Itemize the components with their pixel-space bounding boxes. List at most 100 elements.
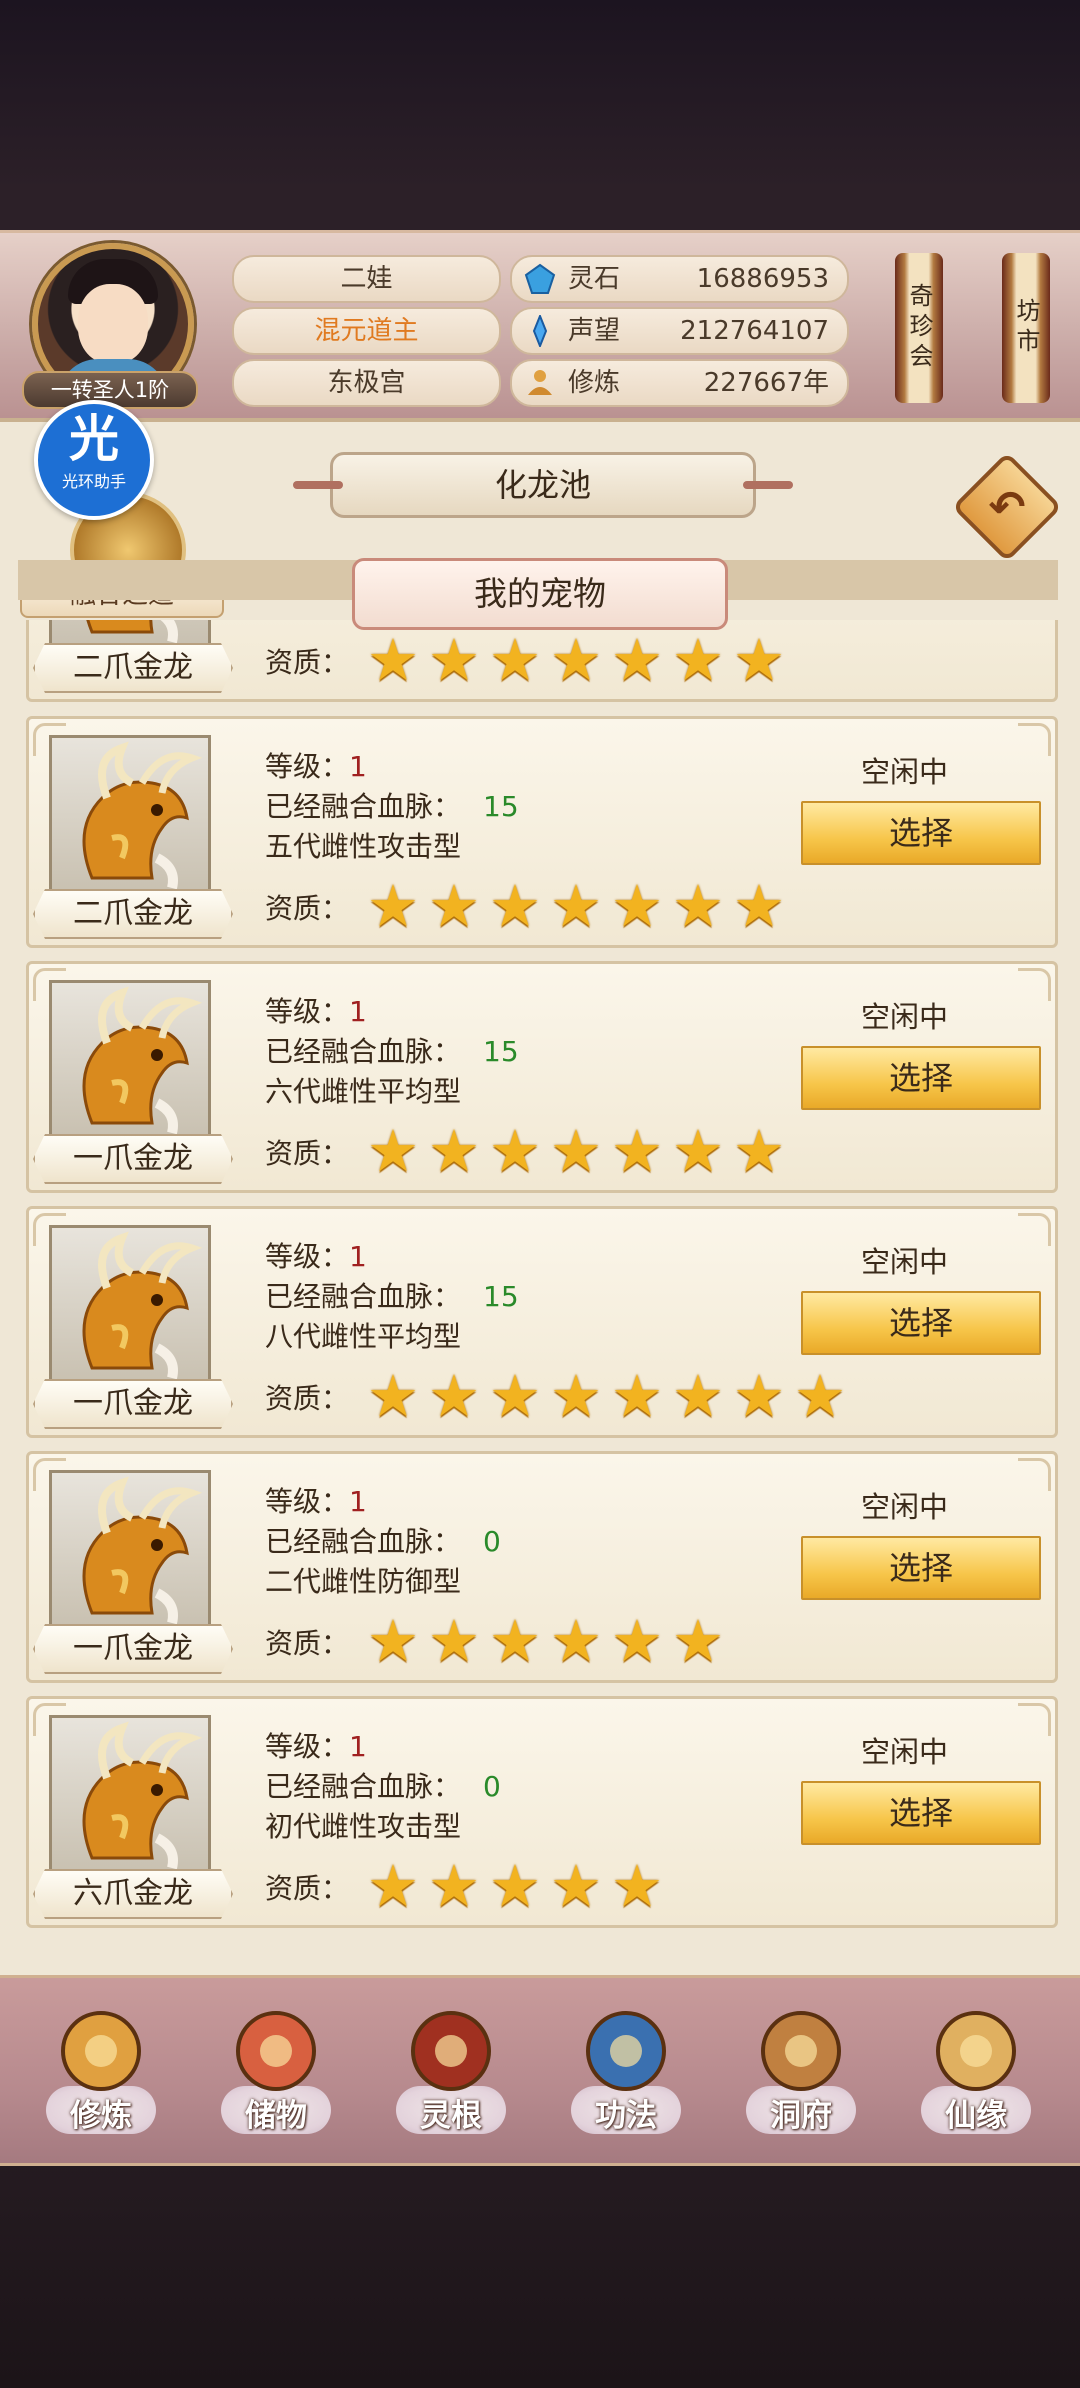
pet-quality-stars: ★ ★ ★ ★ ★ ★ ★ <box>367 1117 788 1185</box>
pet-name: 六爪金龙 <box>33 1869 233 1919</box>
pet-card: 二爪金龙 等级：1 已经融合血脉： 15 五代雌性攻击型 空闲中 选择 资质： ★ ★ ★ ★ ★ ★ ★ <box>26 716 1058 948</box>
star-icon: ★ <box>367 872 419 940</box>
pet-card: 一爪金龙 等级：1 已经融合血脉： 15 六代雌性平均型 空闲中 选择 资质： ★ ★ ★ ★ ★ ★ ★ <box>26 961 1058 1193</box>
resource-spirit-stone: 灵石 16886953 <box>510 255 849 303</box>
immortal-fate-icon <box>936 2011 1016 2091</box>
golden-dragon-portrait <box>82 986 203 1135</box>
pet-trait: 五代雌性攻击型 <box>265 830 462 863</box>
star-icon: ★ <box>367 1607 419 1675</box>
star-icon: ★ <box>489 872 541 940</box>
pet-quality-label: 资质： <box>265 892 350 925</box>
pet-portrait[interactable] <box>49 980 211 1142</box>
star-icon: ★ <box>794 1362 846 1430</box>
star-icon: ★ <box>428 872 480 940</box>
star-icon: ★ <box>611 1852 663 1920</box>
nav-storage-bag[interactable]: 储物 <box>191 1978 361 2163</box>
star-icon: ★ <box>489 1852 541 1920</box>
select-button[interactable]: 选择 <box>801 1291 1041 1355</box>
nav-cave-mansion[interactable]: 洞府 <box>716 1978 886 2163</box>
pet-name: 二爪金龙 <box>33 889 233 939</box>
halo-assistant-badge[interactable]: 光 光环助手 <box>34 400 154 520</box>
star-icon: ★ <box>489 1362 541 1430</box>
star-icon: ★ <box>550 1852 602 1920</box>
pet-status: 空闲中 <box>861 1490 949 1524</box>
pet-portrait[interactable] <box>49 1470 211 1632</box>
nav-spirit-root[interactable]: 灵根 <box>366 1978 536 2163</box>
star-icon: ★ <box>672 626 724 694</box>
pet-trait: 二代雌性防御型 <box>265 1565 462 1598</box>
panel-title: 化龙池 <box>293 452 793 518</box>
pet-quality-label: 资质： <box>265 1137 350 1170</box>
card-corner-ornament <box>1018 1458 1051 1491</box>
card-corner-ornament <box>1018 1213 1051 1246</box>
pet-name: 一爪金龙 <box>33 1624 233 1674</box>
resource-cultivation: 修炼 227667年 <box>510 359 849 407</box>
star-icon: ★ <box>733 626 785 694</box>
nav-technique-book[interactable]: 功法 <box>541 1978 711 2163</box>
pet-quality-label: 资质： <box>265 646 350 679</box>
pet-trait: 初代雌性攻击型 <box>265 1810 462 1843</box>
cave-mansion-icon <box>761 2011 841 2091</box>
select-button[interactable]: 选择 <box>801 1781 1041 1845</box>
star-icon: ★ <box>550 872 602 940</box>
spirit-root-icon <box>411 2011 491 2091</box>
star-icon: ★ <box>367 1852 419 1920</box>
pet-level: 等级：1 <box>265 1240 367 1273</box>
nav-cultivate[interactable]: 修炼 <box>16 1978 186 2163</box>
pet-bloodline: 已经融合血脉： 15 <box>265 1035 519 1068</box>
nav-immortal-fate[interactable]: 仙缘 <box>891 1978 1061 2163</box>
pet-quality-stars: ★ ★ ★ ★ ★ <box>367 1852 666 1920</box>
select-button[interactable]: 选择 <box>801 1046 1041 1110</box>
pet-bloodline: 已经融合血脉： 15 <box>265 1280 519 1313</box>
player-name: 二娃 <box>232 255 501 303</box>
golden-dragon-portrait <box>82 1721 203 1870</box>
pet-status: 空闲中 <box>861 1245 949 1279</box>
pet-portrait[interactable] <box>49 735 211 897</box>
cultivation-icon <box>528 370 552 395</box>
pet-name: 二爪金龙 <box>33 643 233 693</box>
select-button[interactable]: 选择 <box>801 1536 1041 1600</box>
pet-trait: 六代雌性平均型 <box>265 1075 462 1108</box>
golden-dragon-portrait <box>82 1476 203 1625</box>
pet-status: 空闲中 <box>861 1000 949 1034</box>
star-icon: ★ <box>367 626 419 694</box>
star-icon: ★ <box>672 1362 724 1430</box>
star-icon: ★ <box>611 872 663 940</box>
cultivate-icon <box>61 2011 141 2091</box>
pet-quality-label: 资质： <box>265 1872 350 1905</box>
star-icon: ★ <box>367 1117 419 1185</box>
pet-level: 等级：1 <box>265 1730 367 1763</box>
star-icon: ★ <box>428 1117 480 1185</box>
golden-dragon-portrait <box>82 741 203 890</box>
pet-card: 六爪金龙 等级：1 已经融合血脉： 0 初代雌性攻击型 空闲中 选择 资质： ★ ★ ★ ★ ★ <box>26 1696 1058 1928</box>
technique-book-icon <box>586 2011 666 2091</box>
pet-card: 一爪金龙 等级：1 已经融合血脉： 15 八代雌性平均型 空闲中 选择 资质： ★ ★ ★ ★ ★ ★ ★ ★ <box>26 1206 1058 1438</box>
star-icon: ★ <box>611 1607 663 1675</box>
star-icon: ★ <box>611 626 663 694</box>
star-icon: ★ <box>367 1362 419 1430</box>
pet-bloodline: 已经融合血脉： 0 <box>265 1770 501 1803</box>
pet-name: 一爪金龙 <box>33 1134 233 1184</box>
pet-quality-stars: ★ ★ ★ ★ ★ ★ <box>367 1607 727 1675</box>
pet-quality-label: 资质： <box>265 1627 350 1660</box>
select-button[interactable]: 选择 <box>801 801 1041 865</box>
card-corner-ornament <box>1018 968 1051 1001</box>
pet-level: 等级：1 <box>265 1485 367 1518</box>
pet-card: 二爪金龙 资质： ★ ★ ★ ★ ★ ★ ★ <box>26 620 1058 702</box>
pet-list[interactable]: 二爪金龙 资质： ★ ★ ★ ★ ★ ★ ★ 二爪金龙 等级：1 已经融合血脉： 15 五代雌性攻击型 空闲… <box>18 620 1058 1960</box>
pet-quality-stars: ★ ★ ★ ★ ★ ★ ★ <box>367 872 788 940</box>
pet-portrait[interactable] <box>49 1715 211 1877</box>
star-icon: ★ <box>489 626 541 694</box>
back-arrow-icon: ↶ <box>988 482 1026 533</box>
rare-treasure-fair-button[interactable]: 奇珍会 <box>895 253 943 403</box>
pet-quality-stars: ★ ★ ★ ★ ★ ★ ★ <box>367 626 788 694</box>
pet-portrait[interactable] <box>49 1225 211 1387</box>
pet-card: 一爪金龙 等级：1 已经融合血脉： 0 二代雌性防御型 空闲中 选择 资质： ★ ★ ★ ★ ★ ★ <box>26 1451 1058 1683</box>
star-icon: ★ <box>733 1117 785 1185</box>
market-button[interactable]: 坊市 <box>1002 253 1050 403</box>
bottom-nav: 修炼 储物 灵根 功法 洞府 仙缘 <box>0 1975 1080 2166</box>
star-icon: ★ <box>611 1362 663 1430</box>
card-corner-ornament <box>1018 723 1051 756</box>
star-icon: ★ <box>428 1852 480 1920</box>
star-icon: ★ <box>550 1607 602 1675</box>
